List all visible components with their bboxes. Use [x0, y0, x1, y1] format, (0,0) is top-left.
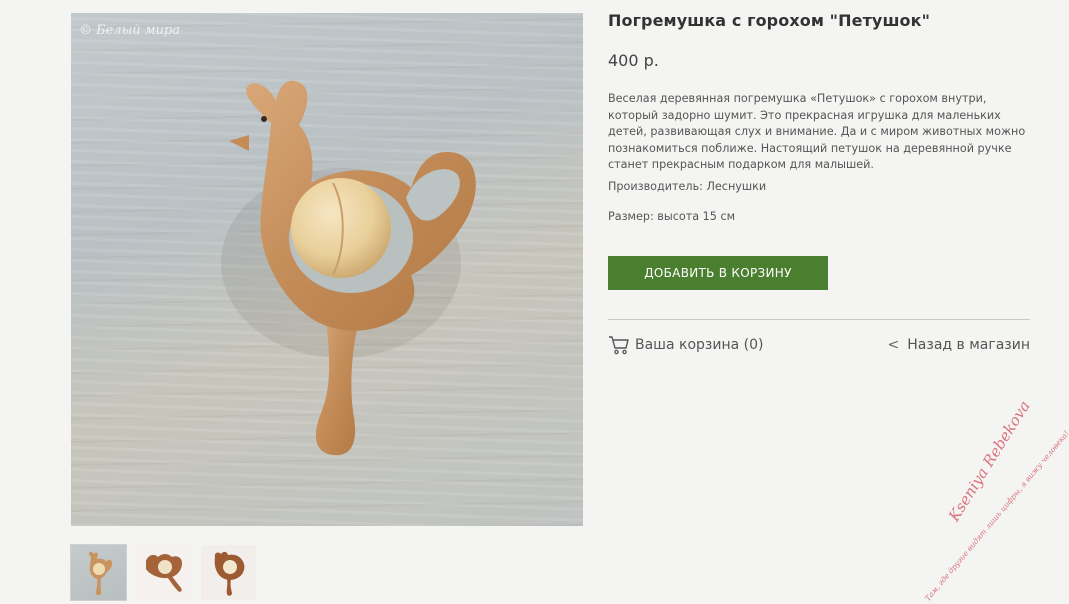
- thumbnail-rooster-image: [214, 551, 245, 596]
- product-main-photo[interactable]: © Белый мира: [71, 13, 583, 526]
- rooster-rattle-image: [221, 80, 476, 456]
- product-size: Размер: высота 15 см: [608, 210, 736, 223]
- signature-motto: Там, где другие видят лишь цифры, я вижу…: [923, 428, 1069, 603]
- thumbnail-rooster-image: [88, 551, 113, 596]
- photo-watermark: © Белый мира: [79, 23, 180, 38]
- back-to-shop-link[interactable]: < Назад в магазин: [888, 337, 1030, 353]
- product-title: Погремушка с горохом "Петушок": [608, 11, 931, 30]
- thumbnail-2[interactable]: [136, 545, 191, 600]
- divider: [608, 319, 1030, 320]
- cart-icon: [608, 335, 630, 355]
- add-to-cart-button[interactable]: ДОБАВИТЬ В КОРЗИНУ: [608, 256, 828, 290]
- thumbnail-3[interactable]: [201, 545, 256, 600]
- cart-link[interactable]: Ваша корзина (0): [608, 335, 764, 355]
- thumbnail-1[interactable]: [70, 544, 127, 601]
- back-link-label: Назад в магазин: [907, 337, 1030, 353]
- product-description: Веселая деревянная погремушка «Петушок» …: [608, 92, 1026, 171]
- chevron-left-icon: <: [887, 337, 900, 353]
- product-price: 400 р.: [608, 51, 659, 70]
- cart-link-label: Ваша корзина (0): [635, 337, 764, 353]
- signature-watermark: Kseniya Rebekova Там, где другие видят л…: [905, 397, 1069, 604]
- thumbnail-rooster-image: [146, 554, 182, 592]
- product-maker: Производитель: Леснушки: [608, 180, 767, 193]
- signature-name: Kseniya Rebekova: [945, 397, 1034, 525]
